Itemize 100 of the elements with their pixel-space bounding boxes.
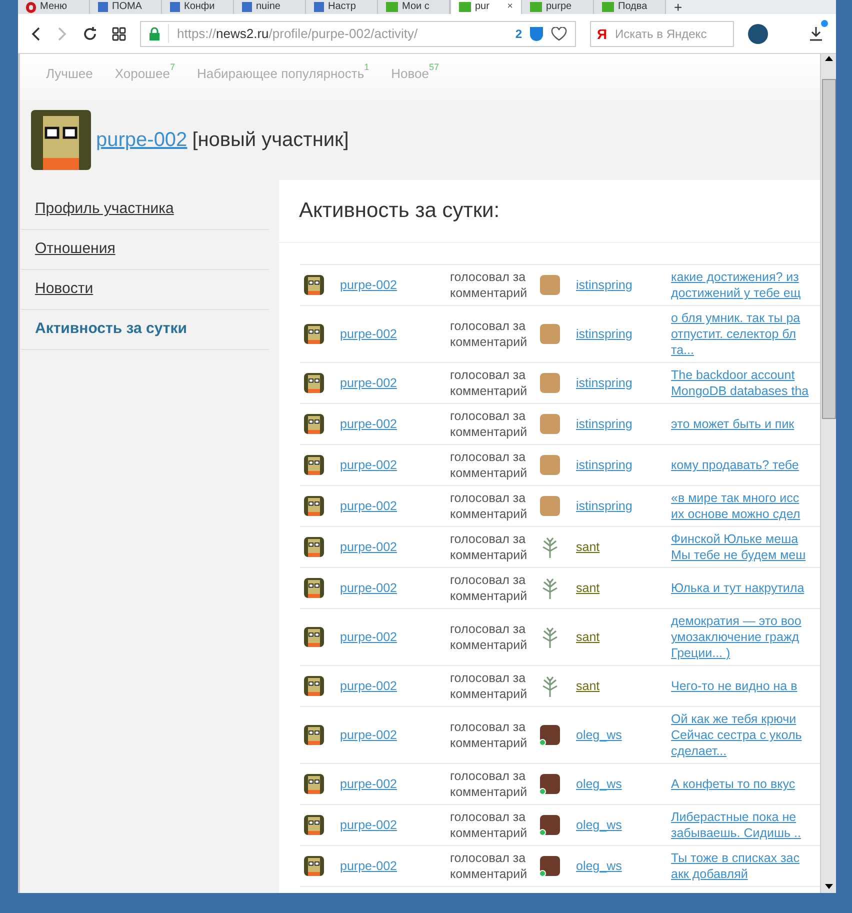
browser-tab[interactable]: Меню (18, 0, 90, 14)
voter-link[interactable]: sant (576, 581, 600, 595)
sidebar-link[interactable]: Активность за сутки (21, 318, 187, 341)
action-text: голосовал за комментарий (450, 572, 528, 604)
comment-link[interactable]: «в мире так много исс их основе можно сдел (671, 490, 800, 522)
voter-link[interactable]: oleg_ws (576, 859, 622, 873)
tab-title: Подва (618, 1, 648, 13)
comment-link[interactable]: Чего-то не видно на в (671, 678, 798, 694)
comment-link[interactable]: Финской Юльке меша Мы тебе не будем меш (671, 531, 806, 563)
user-link[interactable]: purpe-002 (340, 457, 450, 473)
browser-tab[interactable]: pur × (450, 0, 522, 14)
voter-link[interactable]: istinspring (576, 458, 632, 472)
action-text: голосовал за комментарий (450, 670, 528, 702)
close-icon[interactable]: × (507, 1, 513, 13)
comment-link[interactable]: какие достижения? из достижений у тебе ещ (671, 269, 801, 301)
nav-link[interactable]: Новое (391, 64, 429, 84)
comment-link[interactable]: Ты тоже в списках зас акк добавляй (671, 850, 800, 882)
new-tab-icon[interactable]: + (666, 0, 690, 14)
profile-username[interactable]: purpe-002 (96, 125, 188, 155)
site-icon (314, 2, 324, 12)
voter-link[interactable]: oleg_ws (576, 818, 622, 832)
site-icon (386, 2, 398, 12)
user-link[interactable]: purpe-002 (340, 727, 450, 743)
tab-title: Настр (328, 1, 356, 13)
scrollbar[interactable] (820, 54, 836, 893)
user-link[interactable]: purpe-002 (340, 858, 450, 874)
comment-link[interactable]: это может быть и пик (671, 416, 794, 432)
user-link[interactable]: purpe-002 (340, 277, 450, 293)
voter-link[interactable]: sant (576, 540, 600, 554)
browser-tab[interactable]: Настр (306, 0, 378, 14)
user-link[interactable]: purpe-002 (340, 817, 450, 833)
voter-link[interactable]: istinspring (576, 499, 632, 513)
voter-link[interactable]: sant (576, 679, 600, 693)
action-text: голосовал за комментарий (450, 768, 528, 800)
comment-link[interactable]: Юлька и тут накрутила (671, 580, 804, 596)
browser-tab[interactable]: Подва (594, 0, 666, 14)
voter-link[interactable]: sant (576, 630, 600, 644)
voter-link[interactable]: istinspring (576, 278, 632, 292)
comment-link[interactable]: демократия — это воо умозаключение гражд Греции... ) (671, 613, 802, 661)
user-link[interactable]: purpe-002 (340, 375, 450, 391)
extension-icon[interactable] (748, 24, 768, 44)
grid-icon[interactable] (112, 26, 126, 40)
address-bar[interactable]: https://news2.ru/profile/purpe-002/activity/ 2 (140, 20, 576, 46)
action-text: голосовал за комментарий (450, 318, 528, 350)
browser-tab[interactable]: Мои с (378, 0, 450, 14)
user-avatar (304, 455, 324, 475)
nav-link[interactable]: Хорошее (114, 64, 170, 84)
browser-tab[interactable]: nuine (234, 0, 306, 14)
user-link[interactable]: purpe-002 (340, 539, 450, 555)
tab-title: nuine (256, 1, 280, 13)
user-avatar (304, 414, 324, 434)
shield-icon[interactable] (530, 26, 543, 40)
comment-link[interactable]: Либерастные пока не забываешь. Сидишь .. (671, 809, 801, 841)
user-avatar (304, 275, 324, 295)
user-link[interactable]: purpe-002 (340, 416, 450, 432)
avatar (540, 856, 560, 876)
user-link[interactable]: purpe-002 (340, 678, 450, 694)
back-icon[interactable] (30, 26, 42, 42)
page-title: Активность за сутки: (299, 198, 500, 224)
user-avatar (304, 324, 324, 344)
sidebar-link[interactable]: Отношения (21, 238, 116, 261)
avatar (540, 815, 560, 835)
user-link[interactable]: purpe-002 (340, 629, 450, 645)
browser-tab[interactable]: ПОМА (90, 0, 162, 14)
site-icon (530, 2, 542, 12)
voter-link[interactable]: istinspring (576, 376, 632, 390)
action-text: голосовал за комментарий (450, 850, 528, 882)
comment-link[interactable]: Ой как же тебя крючи Сейчас сестра с уколь сделает... (671, 711, 802, 759)
voter-link[interactable]: istinspring (576, 417, 632, 431)
tab-title: purpe (546, 1, 572, 13)
heart-icon[interactable] (551, 26, 567, 40)
site-icon (602, 2, 614, 12)
user-avatar (31, 110, 91, 170)
lock-icon (149, 26, 160, 40)
scroll-down-icon[interactable] (824, 884, 832, 889)
download-icon[interactable] (808, 26, 824, 42)
comment-link[interactable]: А конфеты то по вкус (671, 776, 796, 792)
browser-tab[interactable]: Конфи (162, 0, 234, 14)
sidebar-link[interactable]: Новости (21, 278, 94, 301)
voter-link[interactable]: istinspring (576, 327, 632, 341)
user-link[interactable]: purpe-002 (340, 498, 450, 514)
scroll-up-icon[interactable] (824, 56, 832, 61)
nav-link[interactable]: Лучшее (46, 64, 93, 84)
voter-link[interactable]: oleg_ws (576, 728, 622, 742)
avatar (540, 725, 560, 745)
scroll-thumb[interactable] (822, 79, 836, 419)
comment-link[interactable]: The backdoor account MongoDB databases tha (671, 367, 809, 399)
action-text: голосовал за комментарий (450, 719, 528, 751)
reload-icon[interactable] (82, 26, 98, 42)
voter-link[interactable]: oleg_ws (576, 777, 622, 791)
user-link[interactable]: purpe-002 (340, 776, 450, 792)
browser-tab[interactable]: purpe (522, 0, 594, 14)
comment-link[interactable]: кому продавать? тебе (671, 457, 799, 473)
action-text: голосовал за комментарий (450, 449, 528, 481)
user-link[interactable]: purpe-002 (340, 580, 450, 596)
user-avatar (304, 537, 324, 557)
comment-link[interactable]: о бля умник. так ты ра отпустит. селектор бл та... (671, 310, 800, 358)
user-link[interactable]: purpe-002 (340, 326, 450, 342)
nav-link[interactable]: Набирающее популярность (196, 64, 364, 84)
sidebar-link[interactable]: Профиль участника (21, 198, 174, 221)
